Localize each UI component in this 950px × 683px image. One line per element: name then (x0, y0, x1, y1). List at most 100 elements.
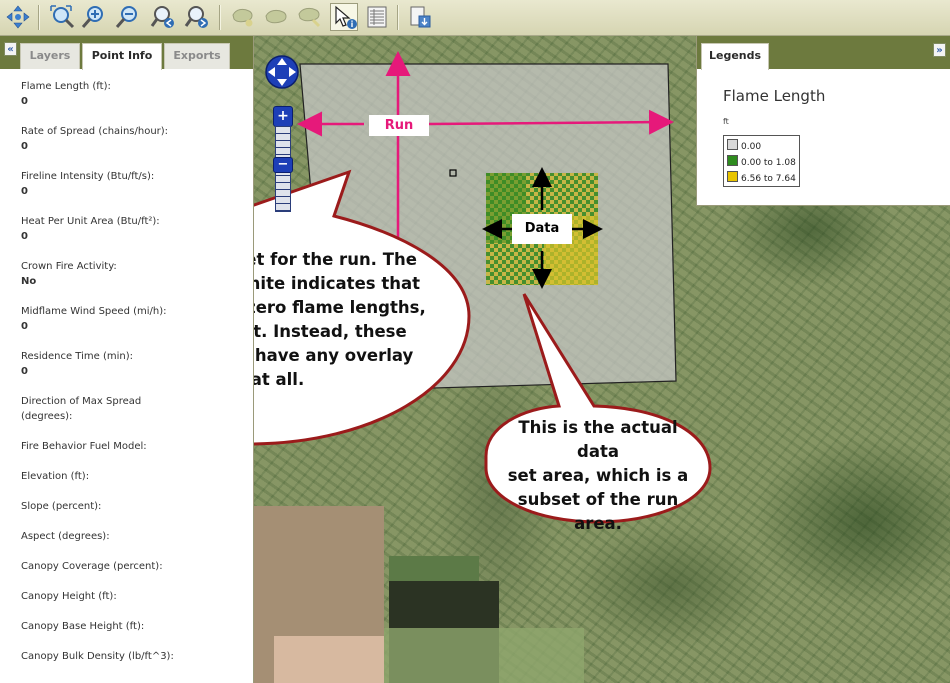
zoom-in-icon (81, 6, 103, 28)
point-info-label: Flame Length (ft): (21, 81, 111, 92)
data-area-callout-line: This is the actual data (518, 418, 678, 461)
clear-area-button[interactable] (296, 3, 324, 31)
point-info-value: 0 (21, 141, 28, 152)
data-area-callout-line: set area, which is a (507, 466, 689, 485)
full-extent-button[interactable] (48, 3, 76, 31)
point-info-value: (degrees): (21, 411, 73, 422)
legend-swatch (727, 139, 738, 150)
export-icon (410, 6, 431, 28)
point-info-value: 0 (21, 321, 28, 332)
point-info-label: Aspect (degrees): (21, 531, 110, 542)
point-info-field: Fire Behavior Fuel Model: (21, 440, 147, 454)
zoom-out-icon (115, 6, 137, 28)
legend-unit: ft (723, 117, 729, 126)
pan-arrows-icon (6, 5, 30, 29)
point-info-field: Heat Per Unit Area (Btu/ft²): 0 (21, 215, 160, 244)
legend-title: Flame Length (723, 87, 826, 105)
run-label: Run (369, 115, 429, 136)
legend-item: 0.00 to 1.08 (727, 155, 796, 168)
left-panel: « Layers Point Info Exports Flame Length… (0, 36, 254, 683)
point-info-field: Fireline Intensity (Btu/ft/s): 0 (21, 170, 154, 199)
point-info-label: Canopy Height (ft): (21, 591, 117, 602)
collapse-panel-button[interactable]: « (4, 42, 17, 56)
run-area-callout-line: those pixels have zero flame lengths, (254, 298, 426, 317)
legend-panel: Legends » Flame Length ft 0.00 0.00 to 1.… (696, 36, 950, 206)
clear-polygon-icon (298, 7, 321, 28)
point-info-field: Canopy Bulk Density (lb/ft^3): (21, 650, 174, 664)
point-info-field: Midflame Wind Speed (mi/h): 0 (21, 305, 167, 334)
point-info-field: Residence Time (min): 0 (21, 350, 133, 379)
point-info-label: Elevation (ft): (21, 471, 90, 482)
legend-swatch (727, 155, 738, 166)
point-info-field: Elevation (ft): (21, 470, 89, 484)
point-info-field: Canopy Height (ft): (21, 590, 117, 604)
map-toolbar (0, 0, 950, 36)
next-extent-button[interactable] (183, 3, 211, 31)
point-info-value: 0 (21, 186, 28, 197)
data-area-callout-line: subset of the run area. (517, 490, 679, 533)
run-area-callout-line: overlay color of white indicates that (254, 274, 420, 293)
zoom-out-button[interactable] (114, 3, 142, 31)
point-info-value: No (21, 276, 37, 287)
point-info-value: 0 (21, 96, 28, 107)
point-info-label: Residence Time (min): (21, 351, 133, 362)
point-info-label: Fire Behavior Fuel Model: (21, 441, 147, 452)
point-info-field: Aspect (degrees): (21, 530, 110, 544)
zoom-out-map-button[interactable]: − (273, 157, 293, 173)
attribute-table-button[interactable] (363, 3, 391, 31)
run-area-callout-line: color at all. (254, 370, 305, 389)
tab-legends[interactable]: Legends (701, 43, 769, 70)
point-info-field: Flame Length (ft): 0 (21, 80, 111, 109)
point-info-label: Canopy Bulk Density (lb/ft^3): (21, 651, 174, 662)
point-info-label: Fireline Intensity (Btu/ft/s): (21, 171, 155, 182)
edit-polygon-icon (265, 9, 287, 24)
next-extent-icon (184, 6, 208, 28)
point-info-label: Canopy Base Height (ft): (21, 621, 145, 632)
run-area-callout-line: which is incorrect. Instead, these (254, 322, 407, 341)
legend-label: 6.56 to 7.64 (741, 174, 796, 184)
left-panel-header: « Layers Point Info Exports (0, 36, 253, 70)
zoom-in-button[interactable] (80, 3, 108, 31)
full-extent-icon (50, 5, 75, 29)
pan-tool-button[interactable] (4, 3, 32, 31)
point-info-field: Canopy Coverage (percent): (21, 560, 163, 574)
edit-area-button[interactable] (263, 3, 291, 31)
point-info-label: Crown Fire Activity: (21, 261, 117, 272)
point-info-label: Slope (percent): (21, 501, 102, 512)
zoom-in-map-button[interactable]: + (273, 106, 293, 127)
legend-label: 0.00 (741, 142, 762, 152)
point-info-value: 0 (21, 231, 28, 242)
point-info-field: Crown Fire Activity: No (21, 260, 117, 289)
point-info-label: Rate of Spread (chains/hour): (21, 126, 169, 137)
data-area-callout-text: This is the actual data set area, which i… (498, 416, 698, 536)
expand-legend-button[interactable]: » (933, 43, 946, 57)
legend-panel-header: Legends » (697, 36, 950, 70)
legend-list: 0.00 0.00 to 1.08 6.56 to 7.64 (723, 135, 800, 187)
point-info-field: Slope (percent): (21, 500, 101, 514)
tab-point-info[interactable]: Point Info (82, 43, 162, 70)
pan-control[interactable] (264, 48, 300, 96)
table-icon (367, 6, 387, 28)
point-info-field: Rate of Spread (chains/hour): 0 (21, 125, 168, 154)
previous-extent-button[interactable] (149, 3, 177, 31)
point-info-field: Canopy Base Height (ft): (21, 620, 144, 634)
run-area-callout-text: This is the area set for the run. The ove… (254, 248, 449, 392)
point-info-field: Direction of Max Spread (degrees): (21, 395, 141, 424)
point-info-label: Heat Per Unit Area (Btu/ft²): (21, 216, 160, 227)
draw-polygon-icon (232, 8, 253, 27)
identify-cursor-icon (335, 5, 357, 29)
legend-item: 6.56 to 7.64 (727, 171, 796, 184)
point-info-label: Midflame Wind Speed (mi/h): (21, 306, 167, 317)
legend-item: 0.00 (727, 139, 762, 152)
draw-area-button[interactable] (229, 3, 257, 31)
data-label: Data (512, 214, 572, 244)
tab-exports[interactable]: Exports (164, 43, 230, 69)
previous-extent-icon (150, 6, 174, 28)
tab-layers[interactable]: Layers (20, 43, 80, 69)
point-info-value: 0 (21, 366, 28, 377)
identify-button[interactable] (330, 3, 358, 31)
point-info-label: Canopy Coverage (percent): (21, 561, 163, 572)
run-area-callout-line: This is the area set for the run. The (254, 250, 417, 269)
export-button[interactable] (406, 3, 434, 31)
legend-swatch (727, 171, 738, 182)
